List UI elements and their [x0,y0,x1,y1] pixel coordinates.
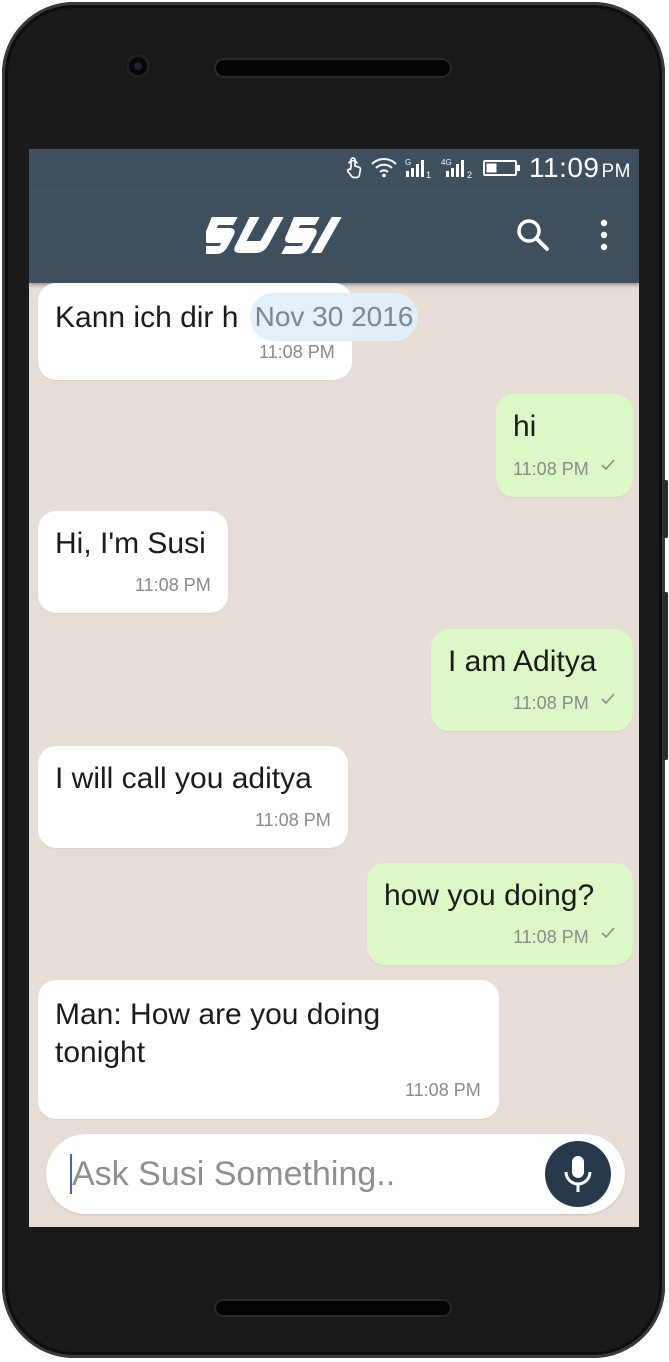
search-icon[interactable] [515,217,551,258]
more-vert-icon[interactable] [597,217,611,258]
touch-icon [345,157,363,179]
message-time: 11:08 PM [513,693,589,713]
message-time: 11:08 PM [255,810,331,830]
status-clock: 11:09 PM [529,152,631,184]
message-time: 11:08 PM [513,459,589,479]
app-bar [29,187,639,283]
message-text-line-1: Man: How are you doing [55,998,381,1031]
message-time: 11:08 PM [259,342,335,362]
message-composer [46,1134,625,1214]
svg-text:1: 1 [426,170,431,179]
signal-sim1-icon: G1 [405,157,433,179]
susi-logo [199,215,343,260]
power-button [663,480,668,538]
check-icon [600,926,616,945]
earpiece-speaker [214,58,452,78]
clock-time: 11:09 [529,152,600,183]
message-outgoing: how you doing? 11:08 PM [367,863,633,965]
message-text: how you doing? [384,879,595,912]
svg-text:G: G [405,158,411,167]
status-bar: G1 4G 2 11:09 PM [29,149,639,187]
message-text: Hi, I'm Susi [55,527,206,560]
bottom-speaker [214,1299,452,1317]
check-icon [600,692,616,711]
chat-list[interactable]: Kann ich dir h 11:08 PM Nov 30 2016 hi 1… [29,283,639,1227]
battery-icon [483,159,521,177]
volume-button [663,592,668,760]
message-time: 11:08 PM [135,575,211,595]
message-text: hi [513,410,537,443]
message-text: Kann ich dir h [55,301,239,334]
message-incoming: I will call you aditya 11:08 PM [38,746,348,848]
message-text: I am Aditya [448,645,597,678]
message-text: I will call you aditya [55,762,312,795]
screen: G1 4G 2 11:09 PM Kann ich dir h 11:08 PM… [29,149,639,1227]
mic-icon [564,1156,592,1192]
mic-button[interactable] [545,1141,611,1207]
message-outgoing: I am Aditya 11:08 PM [431,629,633,731]
date-chip: Nov 30 2016 [250,293,418,341]
front-camera [126,54,150,78]
message-outgoing: hi 11:08 PM [496,394,633,497]
message-time: 11:08 PM [513,927,589,947]
signal-4g-sim2-icon: 4G 2 [441,157,475,179]
ask-input[interactable] [72,1148,532,1200]
svg-text:4G: 4G [441,158,452,167]
message-text-line-2: tonight [55,1036,146,1069]
status-icons: G1 4G 2 11:09 PM [345,149,631,187]
svg-text:2: 2 [467,170,472,179]
clock-ampm: PM [601,161,631,182]
check-icon [600,458,616,477]
message-time: 11:08 PM [405,1080,481,1100]
message-incoming: Man: How are you doing tonight 11:08 PM [38,980,499,1119]
message-incoming: Hi, I'm Susi 11:08 PM [38,511,228,613]
phone-frame: G1 4G 2 11:09 PM Kann ich dir h 11:08 PM… [2,2,668,1358]
wifi-icon [371,158,397,178]
